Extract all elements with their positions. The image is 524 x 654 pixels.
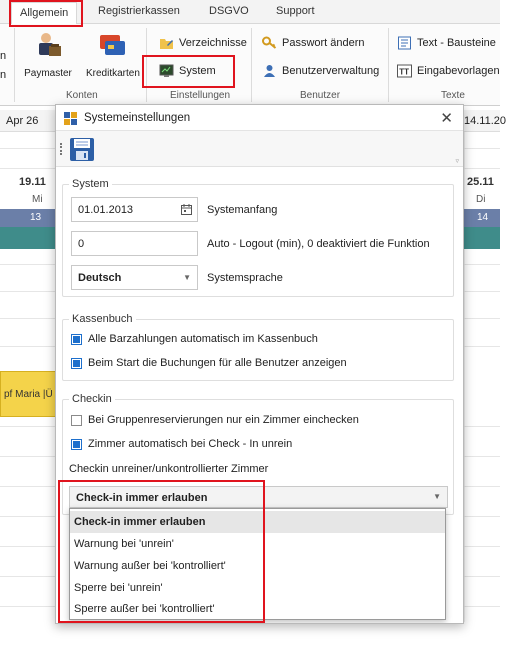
toolbar-scroll-icon[interactable]: ▿	[455, 157, 459, 165]
checkin-dropdown-label: Checkin unreiner/unkontrollierter Zimmer	[69, 463, 269, 475]
dropdown-option[interactable]: Sperre bei 'unrein'	[70, 577, 445, 599]
paymaster-button[interactable]: Paymaster	[20, 30, 76, 79]
eingabevorlagen-button[interactable]: TT Eingabevorlagen	[397, 64, 500, 78]
checkin-group-title: Checkin	[69, 393, 115, 405]
ribbon-cut-label-2: n	[0, 69, 7, 81]
calendar-date-left: Apr 26	[6, 115, 39, 127]
chevron-down-icon: ▼	[433, 492, 441, 501]
svg-text:TT: TT	[399, 68, 409, 77]
paymaster-icon	[39, 33, 61, 56]
text-format-icon: TT	[397, 64, 412, 78]
systemsprache-value: Deutsch	[78, 272, 122, 284]
checkbox-checked-icon[interactable]	[71, 333, 82, 345]
tab-registrierkassen[interactable]: Registrierkassen	[98, 5, 180, 17]
calendar-weekday-right: Di	[476, 194, 486, 205]
folder-edit-icon	[160, 39, 173, 49]
verzeichnisse-label: Verzeichnisse	[179, 37, 247, 49]
systemanfang-label: Systemanfang	[207, 204, 278, 216]
passwort-aendern-button[interactable]: Passwort ändern	[262, 36, 365, 50]
group-konten-label: Konten	[66, 90, 98, 101]
checkin-dropdown[interactable]: Check-in immer erlauben ▼	[69, 486, 448, 508]
dialog-toolbar: ▿	[56, 131, 463, 167]
dialog-title: Systemeinstellungen	[84, 112, 191, 124]
credit-card-icon	[100, 35, 125, 55]
chevron-down-icon: ▼	[183, 273, 191, 282]
tab-support[interactable]: Support	[276, 5, 315, 17]
checkin-group: Checkin Bei Gruppenreservierungen nur ei…	[62, 393, 454, 515]
checkin-option-1[interactable]: Bei Gruppenreservierungen nur ein Zimmer…	[71, 414, 359, 426]
checkin-option-2[interactable]: Zimmer automatisch bei Check - In unrein	[71, 438, 292, 450]
kreditkarten-button[interactable]: Kreditkarten	[86, 30, 140, 79]
systemsprache-label: Systemsprache	[207, 272, 283, 284]
tab-dsgvo[interactable]: DSGVO	[209, 5, 249, 17]
calendar-weekday-left: Mi	[32, 194, 43, 205]
kassenbuch-option-2[interactable]: Beim Start die Buchungen für alle Benutz…	[71, 357, 347, 369]
paymaster-label: Paymaster	[24, 68, 72, 79]
checkin-option-2-label: Zimmer automatisch bei Check - In unrein	[88, 438, 293, 450]
calendar-icon[interactable]	[181, 204, 192, 215]
text-bausteine-label: Text - Bausteine	[417, 37, 496, 49]
dropdown-option[interactable]: Warnung außer bei 'kontrolliert'	[70, 555, 445, 577]
calendar-day-left: 19.11	[19, 176, 46, 188]
monitor-icon	[159, 64, 174, 77]
calendar-daynum-left: 13	[30, 212, 42, 223]
benutzerverwaltung-button[interactable]: Benutzerverwaltung	[262, 64, 379, 78]
dropdown-option[interactable]: Sperre außer bei 'kontrolliert'	[70, 598, 445, 620]
kreditkarten-label: Kreditkarten	[86, 68, 140, 79]
systemeinstellungen-dialog: Systemeinstellungen ✕ ▿ System 01.01.201…	[55, 104, 464, 624]
systemanfang-value: 01.01.2013	[78, 204, 134, 216]
checkin-option-1-label: Bei Gruppenreservierungen nur ein Zimmer…	[88, 414, 359, 426]
checkin-dropdown-value: Check-in immer erlauben	[76, 492, 208, 504]
key-icon	[262, 36, 277, 49]
checkbox-unchecked-icon[interactable]	[71, 414, 82, 426]
user-icon	[264, 65, 275, 77]
auto-logout-value: 0	[78, 238, 85, 250]
kassenbuch-option-2-label: Beim Start die Buchungen für alle Benutz…	[88, 357, 347, 369]
kassenbuch-option-1-label: Alle Barzahlungen automatisch im Kassenb…	[88, 333, 318, 345]
benutzerverwaltung-label: Benutzerverwaltung	[282, 65, 380, 77]
systemsprache-select[interactable]: Deutsch ▼	[71, 265, 198, 290]
calendar-daynum-right: 14	[477, 212, 489, 223]
group-einstellungen-label: Einstellungen	[170, 90, 231, 101]
systemanfang-date-field[interactable]: 01.01.2013	[71, 197, 198, 222]
eingabevorlagen-label: Eingabevorlagen	[417, 65, 500, 77]
system-group-title: System	[69, 178, 112, 190]
group-benutzer-label: Benutzer	[300, 90, 341, 101]
dialog-title-bar: Systemeinstellungen ✕	[56, 105, 463, 131]
tab-allgemein[interactable]: Allgemein	[11, 2, 78, 25]
calendar-booking[interactable]: pf Maria |Ü	[0, 371, 56, 417]
dropdown-option[interactable]: Warnung bei 'unrein'	[70, 533, 445, 555]
app-icon	[64, 112, 77, 125]
kassenbuch-option-1[interactable]: Alle Barzahlungen automatisch im Kassenb…	[71, 333, 318, 345]
kassenbuch-group: Kassenbuch Alle Barzahlungen automatisch…	[62, 313, 454, 381]
toolbar-grip-icon[interactable]	[60, 143, 62, 155]
checkbox-checked-icon[interactable]	[71, 438, 82, 450]
checkbox-checked-icon[interactable]	[71, 357, 82, 369]
ribbon-cut-label: n	[0, 50, 7, 62]
auto-logout-field[interactable]: 0	[71, 231, 198, 256]
passwort-aendern-label: Passwort ändern	[282, 37, 365, 49]
checkin-dropdown-list: Check-in immer erlauben Warnung bei 'unr…	[69, 508, 446, 620]
ribbon-tab-bar: Allgemein Registrierkassen DSGVO Support	[0, 0, 500, 25]
group-texte-label: Texte	[441, 90, 465, 101]
verzeichnisse-button[interactable]: Verzeichnisse	[159, 36, 247, 50]
system-group: System 01.01.2013 Systemanfang 0 Auto - …	[62, 178, 454, 297]
kassenbuch-group-title: Kassenbuch	[69, 313, 136, 325]
save-icon[interactable]	[69, 137, 95, 162]
document-lines-icon	[398, 36, 411, 50]
system-button[interactable]: System	[159, 64, 216, 78]
system-label: System	[179, 65, 216, 77]
dropdown-option[interactable]: Check-in immer erlauben	[70, 511, 445, 533]
calendar-date-right: 14.11.20	[464, 115, 507, 127]
ribbon-panel: n n Paymaster Kreditkarten Verzeichnisse	[0, 24, 500, 106]
close-icon[interactable]: ✕	[440, 109, 453, 127]
text-bausteine-button[interactable]: Text - Bausteine	[397, 36, 496, 50]
auto-logout-label: Auto - Logout (min), 0 deaktiviert die F…	[207, 238, 430, 250]
calendar-day-right: 25.11	[467, 176, 494, 188]
